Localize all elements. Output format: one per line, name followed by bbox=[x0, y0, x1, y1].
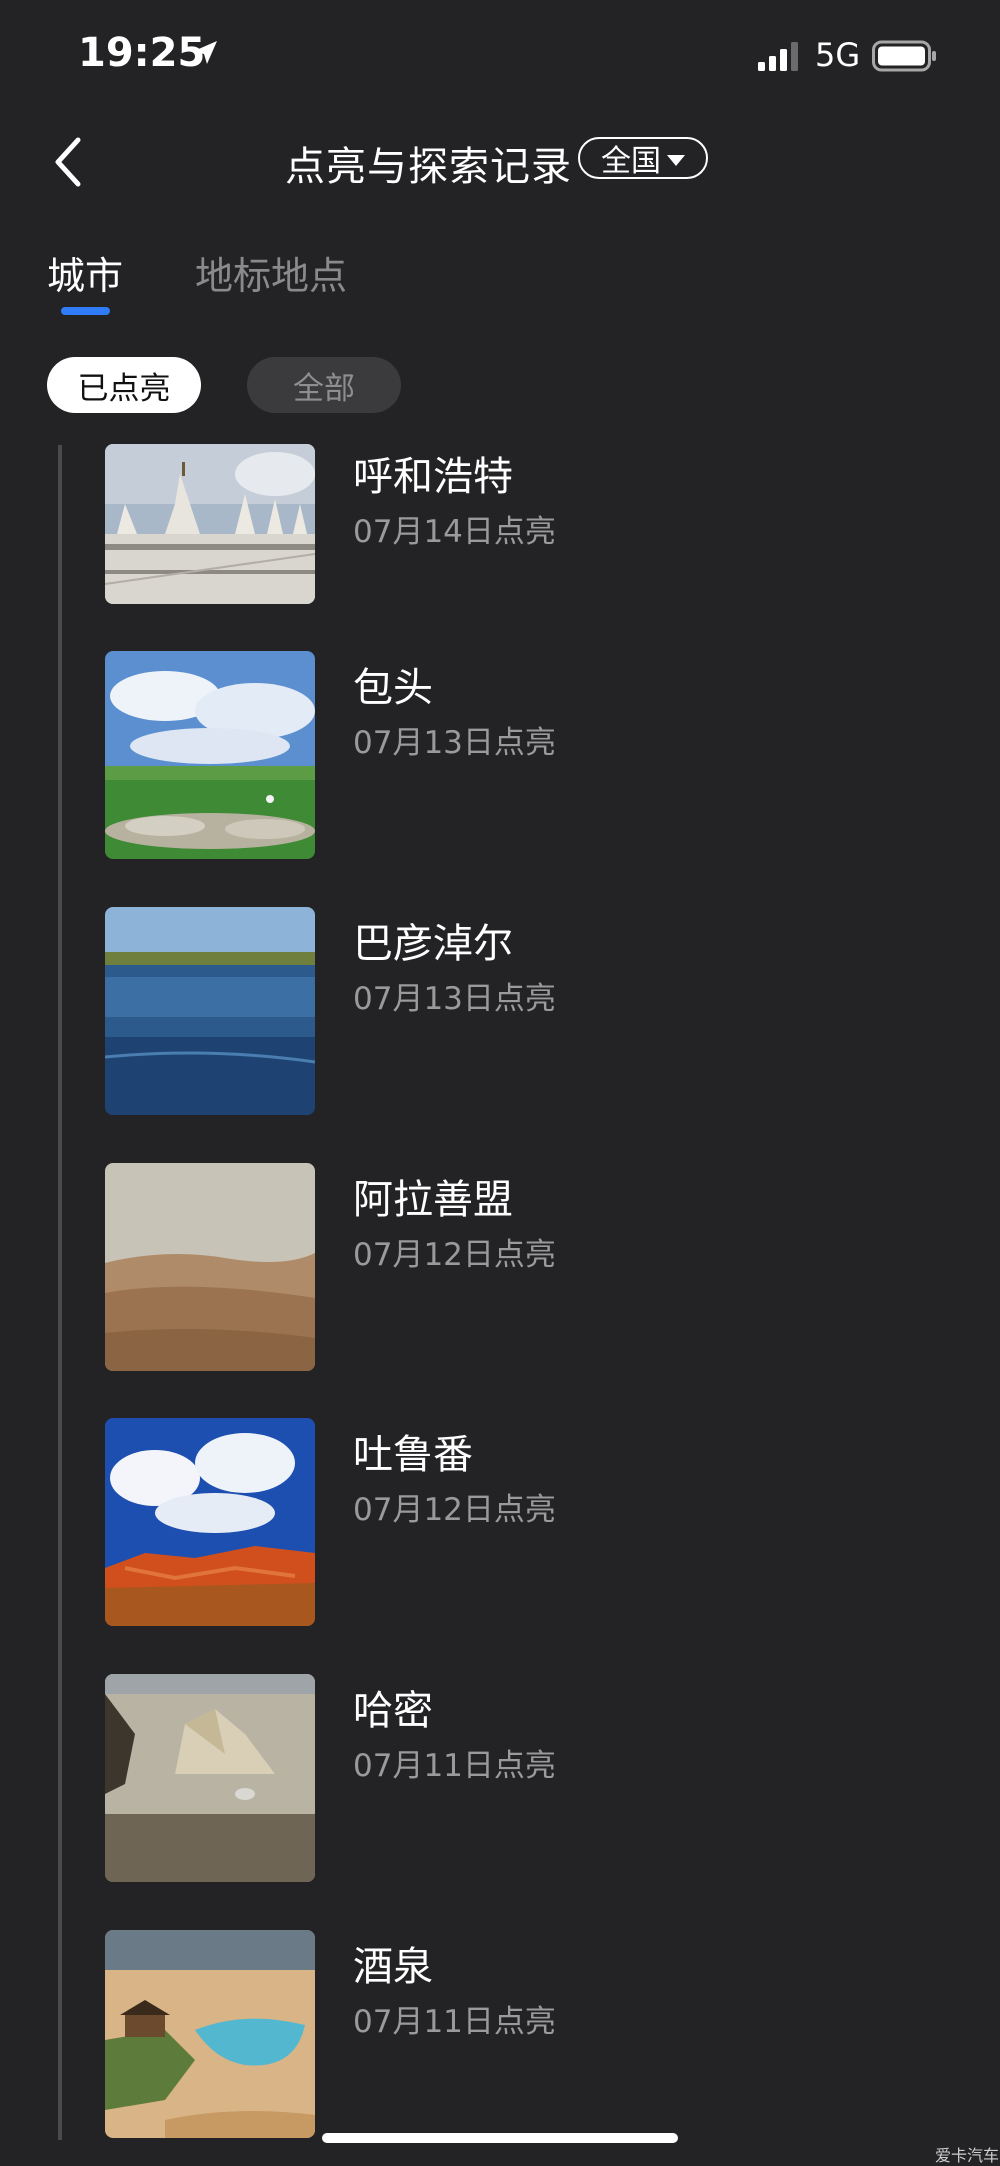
watermark: 爱卡汽车 bbox=[935, 2146, 1000, 2165]
city-name: 呼和浩特 bbox=[353, 454, 513, 500]
list-item[interactable]: 哈密 07月11日点亮 bbox=[105, 1674, 965, 1882]
record-list: 呼和浩特 07月14日点亮 包头 07月13日点亮 巴彦淖尔 07月13日点亮 … bbox=[0, 0, 1000, 2164]
city-thumbnail bbox=[105, 1163, 315, 1371]
list-item[interactable]: 阿拉善盟 07月12日点亮 bbox=[105, 1163, 965, 1371]
light-date: 07月12日点亮 bbox=[353, 1492, 556, 1528]
city-name: 阿拉善盟 bbox=[353, 1177, 513, 1223]
city-name: 吐鲁番 bbox=[353, 1432, 473, 1478]
city-name: 巴彦淖尔 bbox=[353, 921, 513, 967]
city-thumbnail bbox=[105, 444, 315, 604]
list-item[interactable]: 酒泉 07月11日点亮 bbox=[105, 1930, 965, 2138]
list-item[interactable]: 吐鲁番 07月12日点亮 bbox=[105, 1418, 965, 1626]
city-thumbnail bbox=[105, 907, 315, 1115]
city-thumbnail bbox=[105, 1418, 315, 1626]
home-indicator[interactable] bbox=[322, 2133, 678, 2143]
city-name: 哈密 bbox=[353, 1688, 433, 1734]
light-date: 07月11日点亮 bbox=[353, 1748, 556, 1784]
light-date: 07月11日点亮 bbox=[353, 2004, 556, 2040]
light-date: 07月13日点亮 bbox=[353, 725, 556, 761]
city-thumbnail bbox=[105, 1674, 315, 1882]
light-date: 07月14日点亮 bbox=[353, 514, 556, 550]
list-item[interactable]: 呼和浩特 07月14日点亮 bbox=[105, 444, 965, 604]
city-thumbnail bbox=[105, 651, 315, 859]
list-item[interactable]: 包头 07月13日点亮 bbox=[105, 651, 965, 859]
city-thumbnail bbox=[105, 1930, 315, 2138]
city-name: 酒泉 bbox=[353, 1944, 433, 1990]
city-name: 包头 bbox=[353, 665, 433, 711]
light-date: 07月13日点亮 bbox=[353, 981, 556, 1017]
light-date: 07月12日点亮 bbox=[353, 1237, 556, 1273]
list-item[interactable]: 巴彦淖尔 07月13日点亮 bbox=[105, 907, 965, 1115]
